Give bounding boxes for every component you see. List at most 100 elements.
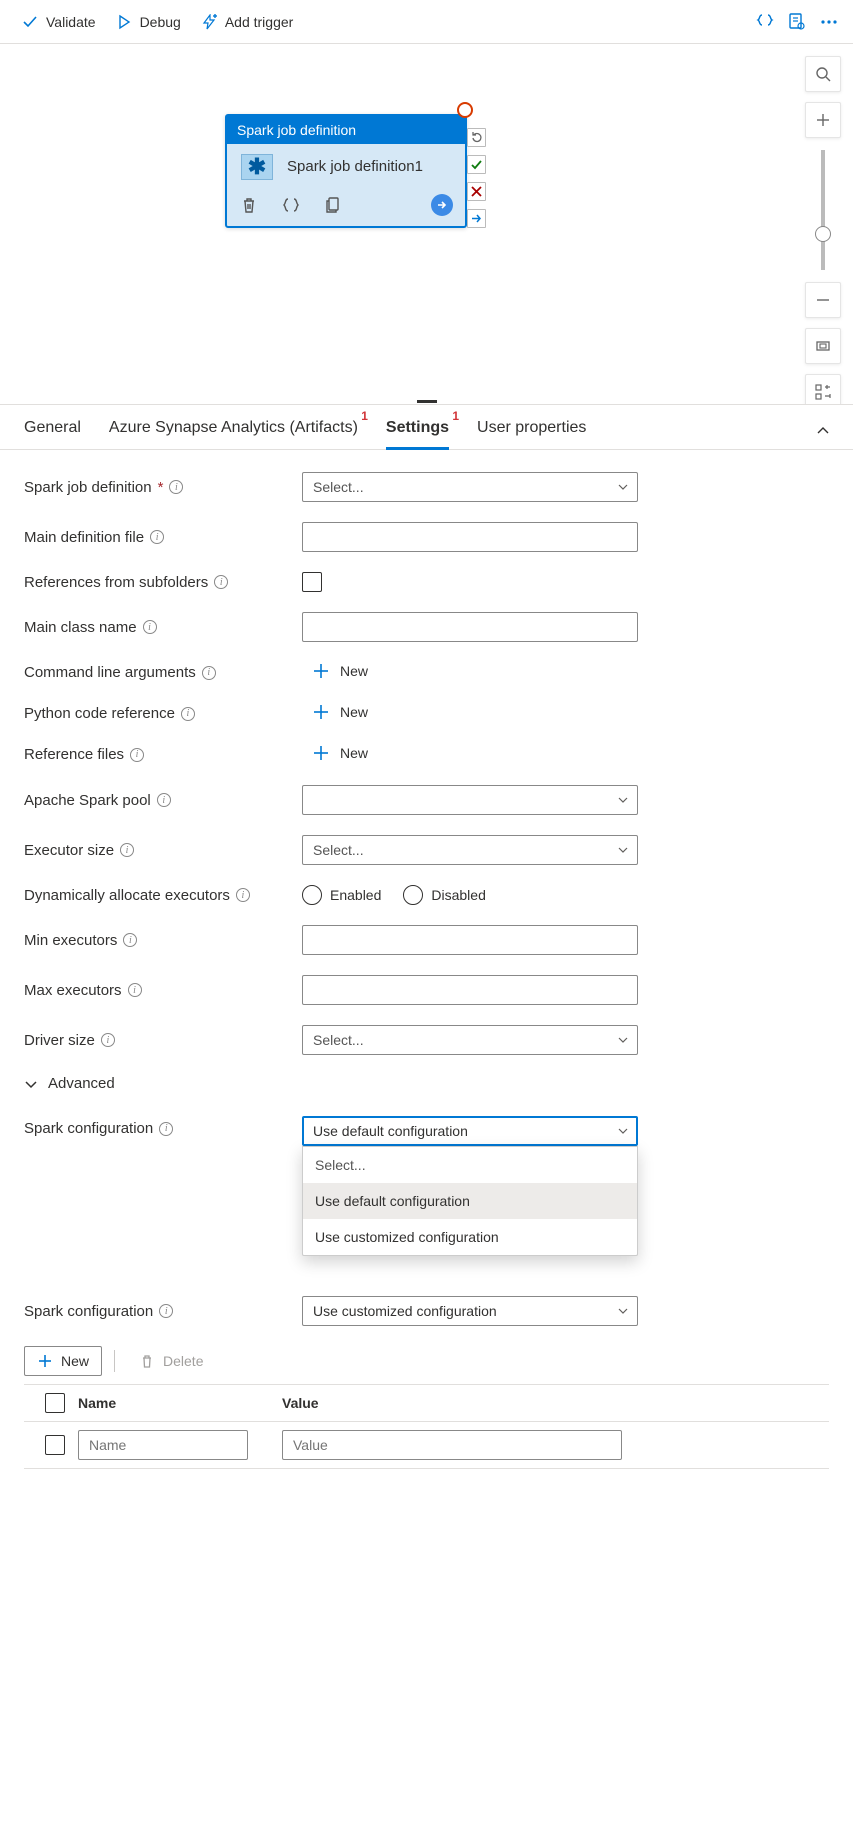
config-delete-button[interactable]: Delete (127, 1347, 215, 1375)
properties-button[interactable] (787, 12, 807, 32)
check-icon (470, 158, 483, 171)
advanced-section-toggle[interactable]: Advanced (24, 1075, 829, 1092)
zoom-slider[interactable] (821, 150, 825, 270)
tab-settings[interactable]: Settings 1 (386, 419, 449, 450)
auto-align-icon (815, 384, 831, 400)
info-icon[interactable]: i (159, 1122, 173, 1136)
max-exec-input[interactable] (302, 975, 638, 1005)
info-icon[interactable]: i (169, 480, 183, 494)
config-new-button[interactable]: New (24, 1346, 102, 1376)
dyn-exec-disabled-radio[interactable]: Disabled (403, 885, 485, 905)
label-text: References from subfolders (24, 574, 208, 591)
main-class-input[interactable] (302, 612, 638, 642)
info-icon[interactable]: i (181, 707, 195, 721)
config-name-input[interactable] (78, 1430, 248, 1460)
select-placeholder: Select... (313, 479, 364, 495)
label-text: Reference files (24, 746, 124, 763)
ref-subfolders-checkbox[interactable] (302, 572, 322, 592)
zoom-slider-thumb[interactable] (815, 226, 831, 242)
more-menu-button[interactable] (819, 12, 839, 32)
info-icon[interactable]: i (120, 843, 134, 857)
spark-pool-label: Apache Spark pool i (24, 792, 302, 809)
info-icon[interactable]: i (130, 748, 144, 762)
chevron-down-icon (617, 1305, 629, 1317)
braces-icon[interactable] (281, 195, 301, 215)
info-icon[interactable]: i (157, 793, 171, 807)
plus-icon (312, 703, 330, 721)
spark-config2-select[interactable]: Use customized configuration (302, 1296, 638, 1326)
py-ref-label: Python code reference i (24, 705, 302, 722)
collapse-panel-button[interactable] (815, 423, 831, 442)
ref-files-label: Reference files i (24, 746, 302, 763)
zoom-fit-button[interactable] (805, 328, 841, 364)
search-canvas-button[interactable] (805, 56, 841, 92)
info-icon[interactable]: i (202, 666, 216, 680)
cmd-args-add-button[interactable]: New (302, 662, 368, 680)
port-skip[interactable] (467, 209, 486, 228)
info-icon[interactable]: i (236, 888, 250, 902)
select-value: Use default configuration (313, 1123, 468, 1139)
ref-files-add-button[interactable]: New (302, 744, 368, 762)
dropdown-option-custom[interactable]: Use customized configuration (303, 1219, 637, 1255)
executor-size-select[interactable]: Select... (302, 835, 638, 865)
delete-icon[interactable] (239, 195, 259, 215)
info-icon[interactable]: i (101, 1033, 115, 1047)
pipeline-canvas[interactable]: Spark job definition ✱ Spark job definit… (0, 44, 853, 404)
label-text: Executor size (24, 842, 114, 859)
debug-button[interactable]: Debug (108, 10, 189, 34)
row-checkbox[interactable] (45, 1435, 65, 1455)
label-text: Max executors (24, 982, 122, 999)
dropdown-option-placeholder[interactable]: Select... (303, 1147, 637, 1183)
play-outline-icon (116, 14, 132, 30)
info-icon[interactable]: i (150, 530, 164, 544)
tab-user-properties[interactable]: User properties (477, 419, 586, 449)
zoom-out-button[interactable] (805, 282, 841, 318)
advanced-label: Advanced (48, 1075, 115, 1092)
info-icon[interactable]: i (128, 983, 142, 997)
add-new-label: New (340, 663, 368, 679)
driver-size-select[interactable]: Select... (302, 1025, 638, 1055)
activity-node[interactable]: Spark job definition ✱ Spark job definit… (225, 114, 467, 228)
chevron-down-icon (617, 1125, 629, 1137)
copy-icon[interactable] (323, 195, 343, 215)
zoom-in-button[interactable] (805, 102, 841, 138)
port-failure[interactable] (467, 182, 486, 201)
label-text: Spark job definition (24, 479, 152, 496)
ref-subfolders-label: References from subfolders i (24, 574, 302, 591)
dyn-exec-enabled-radio[interactable]: Enabled (302, 885, 381, 905)
add-trigger-button[interactable]: Add trigger (193, 10, 301, 34)
pipeline-toolbar: Validate Debug Add trigger (0, 0, 853, 44)
info-icon[interactable]: i (159, 1304, 173, 1318)
info-icon[interactable]: i (123, 933, 137, 947)
label-text: Main class name (24, 619, 137, 636)
spark-job-def-select[interactable]: Select... (302, 472, 638, 502)
min-exec-input[interactable] (302, 925, 638, 955)
select-all-checkbox[interactable] (45, 1393, 65, 1413)
dropdown-option-default[interactable]: Use default configuration (303, 1183, 637, 1219)
execute-arrow-button[interactable] (431, 194, 453, 216)
config-new-label: New (61, 1353, 89, 1369)
py-ref-add-button[interactable]: New (302, 703, 368, 721)
info-icon[interactable]: i (214, 575, 228, 589)
auto-align-button[interactable] (805, 374, 841, 404)
executor-size-label: Executor size i (24, 842, 302, 859)
validation-error-indicator (457, 102, 473, 118)
info-icon[interactable]: i (143, 620, 157, 634)
activity-output-ports (467, 128, 486, 228)
tab-artifacts[interactable]: Azure Synapse Analytics (Artifacts) 1 (109, 419, 358, 449)
port-retry[interactable] (467, 128, 486, 147)
tab-general[interactable]: General (24, 419, 81, 449)
config-table-header: Name Value (24, 1384, 829, 1422)
spark-pool-select[interactable] (302, 785, 638, 815)
panel-resize-handle[interactable] (417, 400, 437, 403)
label-text: Driver size (24, 1032, 95, 1049)
main-def-file-input[interactable] (302, 522, 638, 552)
spark-config-dropdown: Select... Use default configuration Use … (302, 1146, 638, 1256)
document-gear-icon (787, 12, 807, 32)
spark-config-select[interactable]: Use default configuration (302, 1116, 638, 1146)
validate-button[interactable]: Validate (14, 10, 104, 34)
config-value-input[interactable] (282, 1430, 622, 1460)
code-view-button[interactable] (755, 12, 775, 32)
port-success[interactable] (467, 155, 486, 174)
retry-icon (470, 131, 483, 144)
